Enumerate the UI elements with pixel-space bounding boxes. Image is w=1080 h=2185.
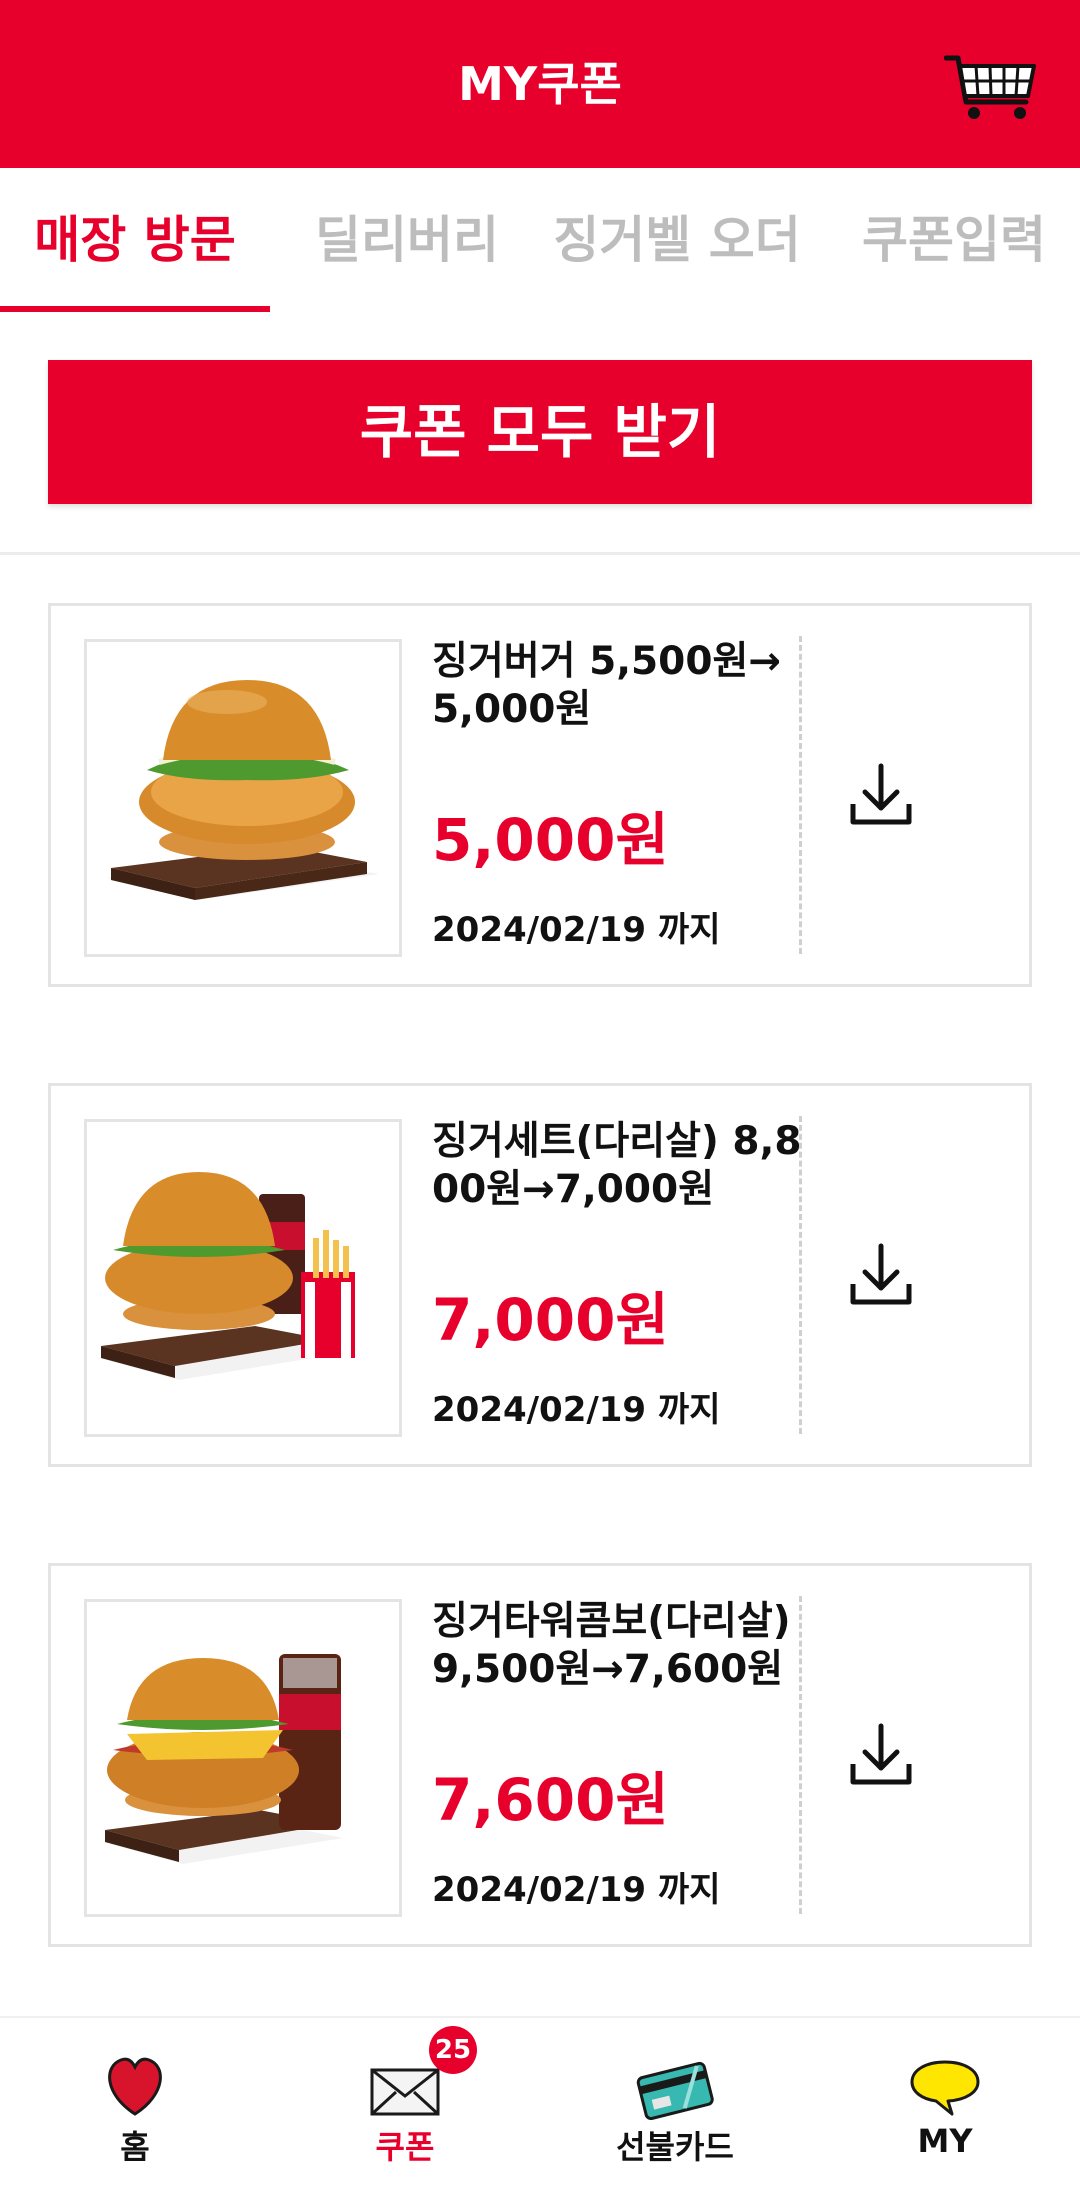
zinger-tower-combo-image <box>84 1599 402 1917</box>
heart-icon <box>108 2057 162 2116</box>
download-icon <box>850 763 912 825</box>
nav-home-label: 홈 <box>120 2128 150 2166</box>
zinger-set-image <box>84 1119 402 1437</box>
coupon-name: 징거세트(다리살) 8,800원→7,000원 <box>432 1119 802 1212</box>
receive-all-coupons-button[interactable]: 쿠폰 모두 받기 <box>48 360 1032 504</box>
nav-prepaid-card-label: 선불카드 <box>616 2128 734 2166</box>
coupon-expiry: 2024/02/19 까지 <box>432 1390 721 1430</box>
download-coupon-button[interactable] <box>843 758 919 834</box>
active-tab-indicator <box>0 306 270 312</box>
coupon-tabs: 매장 방문 딜리버리 징거벨 오더 쿠폰입력 <box>0 168 1080 312</box>
download-icon <box>850 1243 912 1305</box>
coupon-divider <box>799 636 802 954</box>
coupon-name: 징거버거 5,500원→5,000원 <box>432 639 782 732</box>
zinger-burger-image <box>84 639 402 957</box>
tab-coupon-input[interactable]: 쿠폰입력 <box>840 168 1068 312</box>
bottom-navigation: 홈 25 쿠폰 선불카드 MY <box>0 2016 1080 2185</box>
coupon-card: 징거세트(다리살) 8,800원→7,000원 7,000원 2024/02/1… <box>48 1083 1032 1467</box>
page-title: MY쿠폰 <box>458 57 622 111</box>
nav-coupon[interactable]: 25 쿠폰 <box>270 2018 540 2185</box>
coupon-expiry: 2024/02/19 까지 <box>432 1870 721 1910</box>
tab-zingerbell-order[interactable]: 징거벨 오더 <box>542 168 812 312</box>
coupon-price: 7,600원 <box>432 1766 669 1834</box>
cart-button[interactable] <box>943 52 1038 124</box>
envelope-icon <box>370 2068 440 2116</box>
nav-my[interactable]: MY <box>810 2018 1080 2185</box>
download-coupon-button[interactable] <box>843 1718 919 1794</box>
coupon-expiry: 2024/02/19 까지 <box>432 910 721 950</box>
coupon-name: 징거타워콤보(다리살) 9,500원→7,600원 <box>432 1599 791 1692</box>
nav-coupon-label: 쿠폰 <box>375 2128 435 2166</box>
nav-prepaid-card[interactable]: 선불카드 <box>540 2018 810 2185</box>
nav-my-label: MY <box>917 2122 973 2160</box>
coupon-card: 징거버거 5,500원→5,000원 5,000원 2024/02/19 까지 <box>48 603 1032 987</box>
app-header: MY쿠폰 <box>0 0 1080 168</box>
tab-delivery[interactable]: 딜리버리 <box>292 168 522 312</box>
cart-icon <box>943 55 1036 119</box>
coupon-card: 징거타워콤보(다리살) 9,500원→7,600원 7,600원 2024/02… <box>48 1563 1032 1947</box>
download-coupon-button[interactable] <box>843 1238 919 1314</box>
coupon-price: 5,000원 <box>432 806 669 874</box>
coupon-count-badge: 25 <box>429 2026 477 2074</box>
nav-home[interactable]: 홈 <box>0 2018 270 2185</box>
prepaid-card-icon <box>636 2061 714 2120</box>
speech-bubble-icon <box>910 2060 980 2116</box>
download-icon <box>850 1723 912 1785</box>
coupon-divider <box>799 1596 802 1914</box>
coupon-price: 7,000원 <box>432 1286 669 1354</box>
section-divider <box>0 552 1080 555</box>
coupon-divider <box>799 1116 802 1434</box>
tab-store-visit[interactable]: 매장 방문 <box>0 168 270 312</box>
